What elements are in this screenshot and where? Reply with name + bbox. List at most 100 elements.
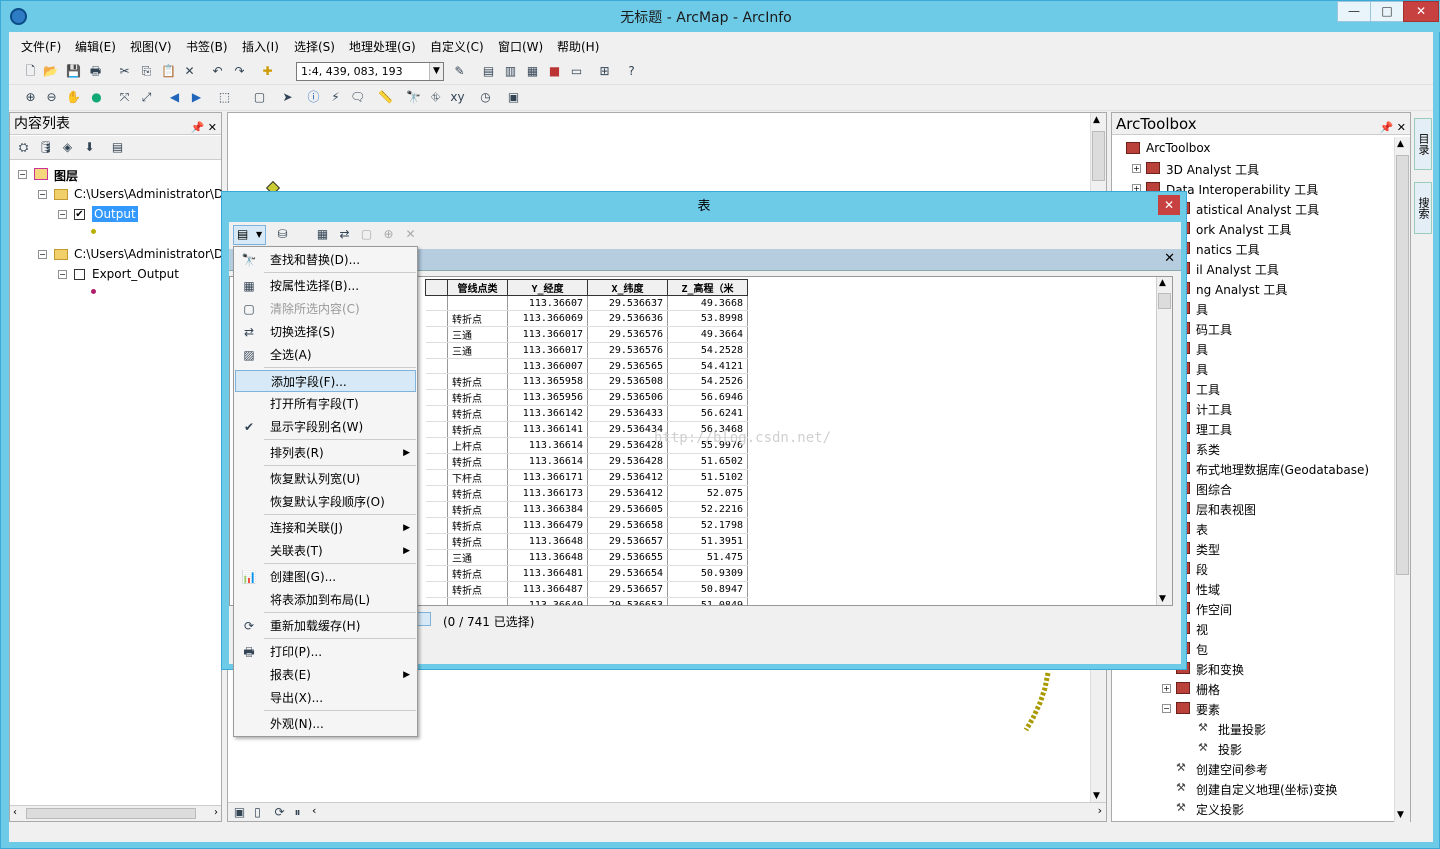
collapse-icon[interactable]: −	[1162, 704, 1171, 713]
layer-visibility-checkbox[interactable]	[74, 269, 85, 280]
paste-icon[interactable]: 📋	[161, 64, 176, 79]
switch-selection-icon[interactable]: ⇄	[337, 227, 352, 242]
fixed-zoom-in-icon[interactable]: ⤧	[117, 90, 132, 105]
column-header[interactable]: Z_高程（米	[667, 279, 748, 296]
scroll-right-icon[interactable]: ›	[214, 807, 218, 818]
collapse-icon[interactable]: −	[58, 270, 67, 279]
toc-window-icon[interactable]: ▤	[481, 64, 496, 79]
full-extent-icon[interactable]: ●	[89, 90, 104, 105]
menu-customize[interactable]: 自定义(C)	[430, 38, 484, 55]
minimize-button[interactable]: —	[1337, 1, 1371, 22]
menu-item-print[interactable]: 🖶 打印(P)...	[235, 641, 416, 663]
clear-selection-icon[interactable]: ▢	[252, 90, 267, 105]
select-elements-icon[interactable]: ➤	[280, 90, 295, 105]
table-row[interactable]: 113.36649 29.536653 51.0849	[425, 597, 748, 605]
expand-icon[interactable]: +	[1132, 164, 1141, 173]
scroll-down-icon[interactable]: ▼	[1093, 791, 1100, 801]
atb-pin-close[interactable]: 📌 ✕	[1380, 117, 1406, 139]
measure-icon[interactable]: 📏	[378, 90, 393, 105]
menu-selection[interactable]: 选择(S)	[294, 38, 335, 55]
find-icon[interactable]: 🔭	[406, 90, 421, 105]
expand-icon[interactable]: +	[1162, 684, 1171, 693]
menu-item-appearance[interactable]: 外观(N)...	[235, 713, 416, 735]
scroll-up-icon[interactable]: ▲	[1093, 115, 1100, 125]
html-popup-icon[interactable]: 🗨	[350, 90, 365, 105]
menu-item-show-field-aliases[interactable]: ✔ 显示字段别名(W)	[235, 416, 416, 438]
scroll-thumb[interactable]	[26, 808, 196, 819]
search-side-tab[interactable]: 搜索	[1414, 182, 1432, 234]
model-builder-icon[interactable]: ⊞	[597, 64, 612, 79]
scroll-thumb[interactable]	[1158, 293, 1171, 309]
column-header[interactable]: 管线点类	[447, 279, 508, 296]
copy-icon[interactable]: ⎘	[139, 64, 154, 79]
menu-item-export[interactable]: 导出(X)...	[235, 687, 416, 709]
identify-icon[interactable]: ⓘ	[306, 90, 321, 105]
go-to-xy-icon[interactable]: xy	[450, 90, 465, 105]
menu-item-joins-relates[interactable]: 连接和关联(J) ▶	[235, 517, 416, 539]
toc-horizontal-scrollbar[interactable]: ‹ ›	[10, 805, 221, 821]
add-data-icon[interactable]: ✚	[260, 64, 275, 79]
scroll-up-icon[interactable]: ▲	[1397, 139, 1404, 149]
arctoolbox-window-icon[interactable]: ■	[547, 64, 562, 79]
menu-item-create-graph[interactable]: 📊 创建图(G)...	[235, 566, 416, 588]
menu-item-switch-selection[interactable]: ⇄ 切换选择(S)	[235, 321, 416, 343]
search-window-icon[interactable]: ▦	[525, 64, 540, 79]
toc-options-icon[interactable]: ▤	[110, 140, 125, 155]
collapse-icon[interactable]: −	[38, 190, 47, 199]
forward-arrow-icon[interactable]: ▶	[189, 90, 204, 105]
list-by-drawing-order-icon[interactable]: ⛭	[16, 140, 31, 155]
scroll-left-icon[interactable]: ‹	[312, 804, 316, 817]
menu-item-related-tables[interactable]: 关联表(T) ▶	[235, 540, 416, 562]
select-by-attributes-icon[interactable]: ▦	[315, 227, 330, 242]
data-view-icon[interactable]: ▣	[232, 805, 247, 820]
layer-visibility-checkbox[interactable]: ✔	[74, 209, 85, 220]
menu-item-turn-all-fields-on[interactable]: 打开所有字段(T)	[235, 393, 416, 415]
close-tab-icon[interactable]: ✕	[1164, 251, 1175, 266]
scroll-thumb[interactable]	[1396, 155, 1409, 575]
list-by-selection-icon[interactable]: ⬇	[82, 140, 97, 155]
table-row[interactable]: 113.366007 29.536565 54.4121	[425, 358, 748, 374]
table-row[interactable]: 转折点 113.366173 29.536412 52.075	[425, 485, 748, 502]
maximize-button[interactable]: □	[1370, 1, 1404, 22]
back-arrow-icon[interactable]: ◀	[167, 90, 182, 105]
editor-toolbar-icon[interactable]: ✎	[452, 64, 467, 79]
menu-item-add-table-to-layout[interactable]: 将表添加到布局(L)	[235, 589, 416, 611]
scroll-down-icon[interactable]: ▼	[1159, 594, 1166, 604]
fixed-zoom-out-icon[interactable]: ⤢	[139, 90, 154, 105]
related-tables-icon[interactable]: ⛁	[275, 227, 290, 242]
layout-view-icon[interactable]: ▯	[250, 805, 265, 820]
clear-selection-icon[interactable]: ▢	[359, 227, 374, 242]
scroll-down-icon[interactable]: ▼	[1397, 810, 1404, 820]
table-close-button[interactable]: ✕	[1158, 195, 1180, 215]
close-button[interactable]: ✕	[1403, 1, 1439, 22]
table-row[interactable]: 三通 113.36648 29.536655 51.475	[425, 549, 748, 566]
map-scale-combo[interactable]: 1:4, 439, 083, 193 ▼	[296, 62, 444, 81]
scroll-left-icon[interactable]: ‹	[13, 807, 17, 818]
pan-icon[interactable]: ✋	[66, 90, 81, 105]
list-by-source-icon[interactable]: 🛢	[38, 140, 53, 155]
create-viewer-icon[interactable]: ▣	[506, 90, 521, 105]
save-icon[interactable]: 💾	[66, 64, 81, 79]
layer-label[interactable]: Export_Output	[92, 267, 179, 281]
menu-item-clear-selection[interactable]: ▢ 清除所选内容(C)	[235, 298, 416, 320]
table-row[interactable]: 转折点 113.36614 29.536428 51.6502	[425, 453, 748, 470]
table-row[interactable]: 转折点 113.365956 29.536506 56.6946	[425, 389, 748, 406]
menu-file[interactable]: 文件(F)	[21, 38, 61, 55]
menu-edit[interactable]: 编辑(E)	[75, 38, 116, 55]
table-row[interactable]: 转折点 113.366069 29.536636 53.8998	[425, 310, 748, 327]
menu-item-arrange-tables[interactable]: 排列表(R) ▶	[235, 442, 416, 464]
zoom-out-icon[interactable]: ⊖	[44, 90, 59, 105]
time-slider-icon[interactable]: ◷	[478, 90, 493, 105]
menu-insert[interactable]: 插入(I)	[242, 38, 279, 55]
table-row[interactable]: 113.36607 29.536637 49.3668	[425, 295, 748, 311]
select-features-icon[interactable]: ⬚	[217, 90, 232, 105]
menu-geoprocessing[interactable]: 地理处理(G)	[349, 38, 416, 55]
whats-this-icon[interactable]: ?	[624, 64, 639, 79]
column-header[interactable]: Y_经度	[507, 279, 588, 296]
table-row[interactable]: 转折点 113.365958 29.536508 54.2526	[425, 373, 748, 390]
refresh-icon[interactable]: ⟳	[272, 805, 287, 820]
atb-vertical-scrollbar[interactable]: ▲ ▼	[1394, 137, 1410, 822]
menu-item-select-all[interactable]: ▨ 全选(A)	[235, 344, 416, 366]
column-header[interactable]	[425, 279, 448, 296]
menu-item-select-by-attributes[interactable]: ▦ 按属性选择(B)...	[235, 275, 416, 297]
